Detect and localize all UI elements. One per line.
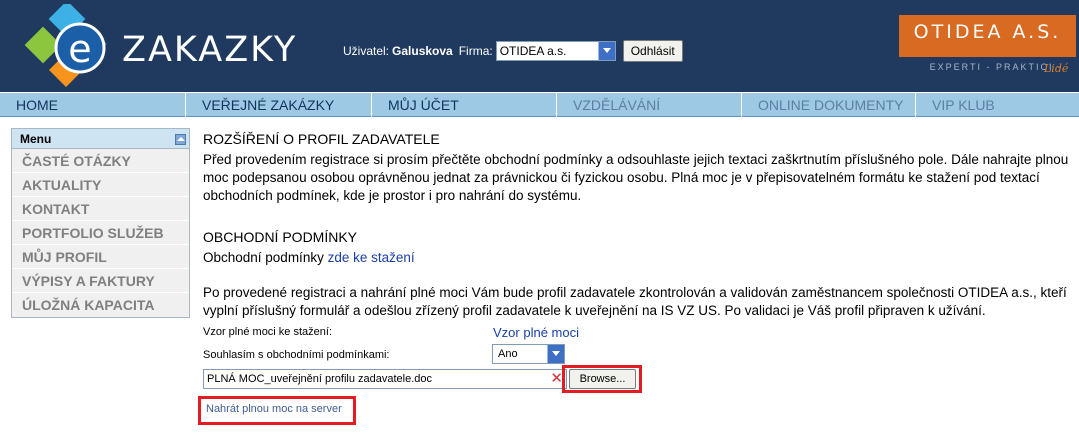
menu-header: Menu xyxy=(12,129,189,149)
intro-text: Před provedením registrace si prosím pře… xyxy=(203,152,1069,203)
upload-highlight-box xyxy=(198,396,356,425)
terms-heading: OBCHODNÍ PODMÍNKY xyxy=(203,229,358,245)
nav-item-vip-klub[interactable]: VIP KLUB xyxy=(916,93,1079,117)
template-download-link[interactable]: Vzor plné moci xyxy=(493,325,579,340)
terms-text: Obchodní podmínky xyxy=(203,250,324,265)
sidebar-item-kontakt[interactable]: KONTAKT xyxy=(12,197,189,221)
e-logo-icon: e xyxy=(24,4,107,87)
dropdown-arrow-icon[interactable] xyxy=(547,345,564,363)
otidea-tagline-end: Lidé xyxy=(1044,62,1069,75)
terms-download-link[interactable]: zde ke stažení xyxy=(328,250,415,265)
svg-text:e: e xyxy=(68,27,91,71)
validation-text: Po provedené registraci a nahrání plné m… xyxy=(203,285,1067,318)
user-name: Galuskova xyxy=(392,44,453,58)
sidebar-item-caste-otazky[interactable]: ČASTÉ OTÁZKY xyxy=(12,149,189,173)
firm-select[interactable]: OTIDEA a.s. xyxy=(495,41,616,61)
dropdown-arrow-icon[interactable] xyxy=(597,42,615,60)
browse-highlight-box xyxy=(562,365,642,393)
sidebar-item-muj-profil[interactable]: MŮJ PROFIL xyxy=(12,245,189,269)
menu-title: Menu xyxy=(20,132,52,146)
logo-text: ZAKAZKY xyxy=(122,30,298,70)
template-label: Vzor plné moci ke stažení: xyxy=(203,326,333,338)
otidea-logo[interactable]: OTIDEA A.S. EXPERTI - PRAKTICI - Lidé xyxy=(899,15,1076,75)
collapse-icon[interactable] xyxy=(175,134,186,145)
site-header: e ZAKAZKY Uživatel: Galuskova Firma: OTI… xyxy=(0,0,1079,92)
file-input-value: PLNÁ MOC_uveřejnění profilu zadavatele.d… xyxy=(207,373,433,385)
main-content: ROZŠÍŘENÍ O PROFIL ZADAVATELE Před prove… xyxy=(203,130,1073,320)
ezakazky-logo[interactable]: e ZAKAZKY xyxy=(18,4,318,88)
sidebar-item-aktuality[interactable]: AKTUALITY xyxy=(12,173,189,197)
main-nav: HOME VEŘEJNÉ ZAKÁZKY MŮJ ÚČET VZDĚLÁVÁNÍ… xyxy=(0,92,1079,117)
user-label: Uživatel: xyxy=(343,44,390,58)
nav-item-verejne-zakazky[interactable]: VEŘEJNÉ ZAKÁZKY xyxy=(186,93,372,117)
agree-select-value: Ano xyxy=(498,348,518,360)
user-bar: Uživatel: Galuskova Firma: OTIDEA a.s. O… xyxy=(343,40,683,62)
sidebar-item-ulozna-kapacita[interactable]: ÚLOŽNÁ KAPACITA xyxy=(12,293,189,317)
logout-button[interactable]: Odhlásit xyxy=(622,40,683,62)
nav-item-muj-ucet[interactable]: MŮJ ÚČET xyxy=(372,93,557,117)
sidebar-menu: Menu ČASTÉ OTÁZKY AKTUALITY KONTAKT PORT… xyxy=(11,128,190,318)
nav-item-home[interactable]: HOME xyxy=(0,93,186,117)
file-input[interactable]: PLNÁ MOC_uveřejnění profilu zadavatele.d… xyxy=(203,369,567,389)
agree-select[interactable]: Ano xyxy=(492,344,565,364)
sidebar-item-vypisy-a-faktury[interactable]: VÝPISY A FAKTURY xyxy=(12,269,189,293)
terms-line: Obchodní podmínky zde ke stažení xyxy=(203,249,1073,267)
agree-label: Souhlasím s obchodními podmínkami: xyxy=(203,349,390,361)
firm-label: Firma: xyxy=(458,44,493,58)
nav-item-online-dokumenty[interactable]: ONLINE DOKUMENTY xyxy=(742,93,916,117)
otidea-name: OTIDEA A.S. xyxy=(913,21,1062,43)
nav-item-vzdelavani[interactable]: VZDĚLÁVÁNÍ xyxy=(557,93,742,117)
sidebar-item-portfolio-sluzeb[interactable]: PORTFOLIO SLUŽEB xyxy=(12,221,189,245)
otidea-tagline: EXPERTI - PRAKTICI - xyxy=(929,62,1063,72)
page-title: ROZŠÍŘENÍ O PROFIL ZADAVATELE xyxy=(203,131,440,147)
firm-select-value: OTIDEA a.s. xyxy=(499,44,567,58)
